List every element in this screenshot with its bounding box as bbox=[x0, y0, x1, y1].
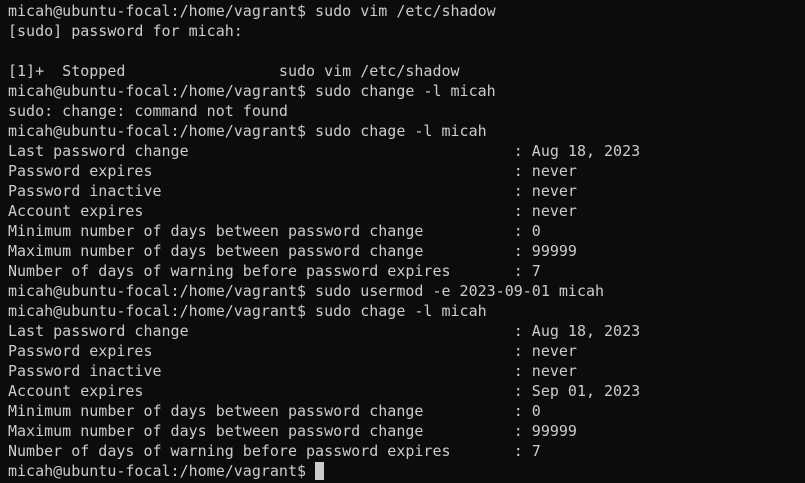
terminal-line: Maximum number of days between password … bbox=[8, 422, 577, 440]
terminal-input-line[interactable]: micah@ubuntu-focal:/home/vagrant$ bbox=[8, 461, 805, 481]
terminal-line: Last password change : Aug 18, 2023 bbox=[8, 142, 641, 160]
terminal-line: Number of days of warning before passwor… bbox=[8, 262, 541, 280]
terminal-line: Account expires : never bbox=[8, 202, 577, 220]
terminal-line: micah@ubuntu-focal:/home/vagrant$ sudo c… bbox=[8, 122, 487, 140]
terminal-window[interactable]: micah@ubuntu-focal:/home/vagrant$ sudo v… bbox=[0, 0, 805, 483]
terminal-line: [1]+ Stopped sudo vim /etc/shadow bbox=[8, 62, 460, 80]
shell-prompt: micah@ubuntu-focal:/home/vagrant$ bbox=[8, 462, 307, 480]
terminal-line: micah@ubuntu-focal:/home/vagrant$ sudo v… bbox=[8, 2, 496, 20]
terminal-line: Password expires : never bbox=[8, 342, 577, 360]
terminal-line: Minimum number of days between password … bbox=[8, 402, 541, 420]
terminal-line: Password inactive : never bbox=[8, 362, 577, 380]
terminal-line: Maximum number of days between password … bbox=[8, 242, 577, 260]
terminal-line: Last password change : Aug 18, 2023 bbox=[8, 322, 641, 340]
terminal-line: [sudo] password for micah: bbox=[8, 22, 243, 40]
terminal-line: Account expires : Sep 01, 2023 bbox=[8, 382, 641, 400]
terminal-line: micah@ubuntu-focal:/home/vagrant$ sudo c… bbox=[8, 82, 496, 100]
terminal-line: micah@ubuntu-focal:/home/vagrant$ sudo u… bbox=[8, 282, 605, 300]
terminal-line: Password expires : never bbox=[8, 162, 577, 180]
terminal-line: micah@ubuntu-focal:/home/vagrant$ sudo c… bbox=[8, 302, 487, 320]
terminal-line: Minimum number of days between password … bbox=[8, 222, 541, 240]
terminal-line: sudo: change: command not found bbox=[8, 102, 288, 120]
terminal-line: Password inactive : never bbox=[8, 182, 577, 200]
text-cursor[interactable] bbox=[315, 462, 325, 480]
terminal-line: Number of days of warning before passwor… bbox=[8, 442, 541, 460]
